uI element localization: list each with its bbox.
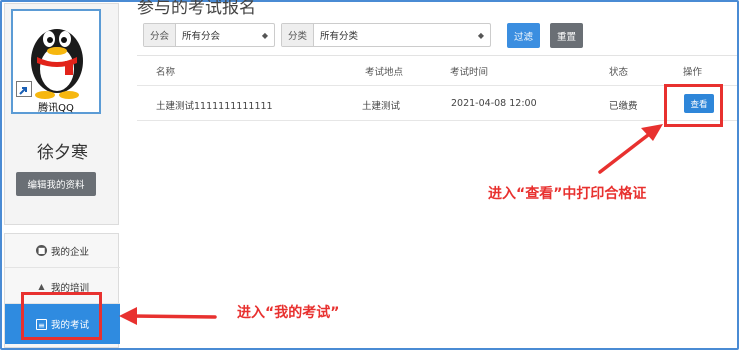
- arrow-to-view-button: [598, 124, 663, 174]
- arrow-to-my-exams: [119, 307, 217, 325]
- view-hint-text: 进入“查看”中打印合格证: [488, 186, 647, 202]
- annotation-arrows: [119, 124, 663, 325]
- exam-hint-text: 进入“我的考试”: [237, 305, 340, 321]
